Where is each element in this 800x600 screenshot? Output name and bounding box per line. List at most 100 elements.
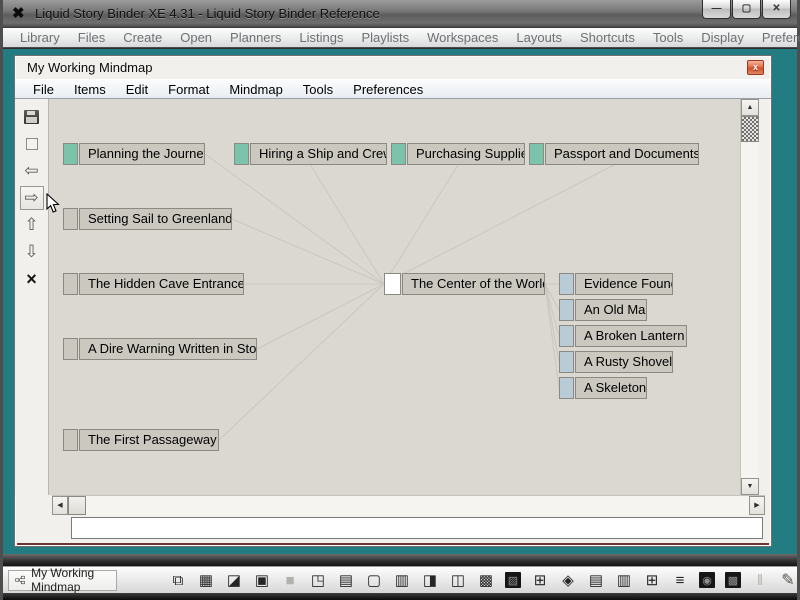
node-marker[interactable] [63,429,78,451]
note-input[interactable] [71,517,763,539]
node-marker[interactable] [234,143,249,165]
vertical-scroll-thumb[interactable] [741,116,759,142]
node-marker[interactable] [63,208,78,230]
mindmap-title-bar[interactable]: My Working Mindmap x [15,56,771,79]
checklist-icon[interactable]: ▤ [587,571,605,589]
mindmap-node-a-rusty-shovel[interactable]: A Rusty Shovel [559,351,673,373]
mindmap-node-the-center-of-the-world[interactable]: The Center of the World [384,273,545,295]
node-marker[interactable] [559,377,574,399]
node-marker[interactable] [559,325,574,347]
delete-icon[interactable]: × [20,267,44,291]
menu-item-files[interactable]: Files [69,28,114,47]
menu-item-planners[interactable]: Planners [221,28,290,47]
node-marker[interactable] [559,351,574,373]
up-arrow-icon[interactable]: ⇧ [20,213,44,237]
mindmap-node-the-first-passageway[interactable]: The First Passageway [63,429,219,451]
new-node-icon[interactable] [20,132,44,156]
node-marker[interactable] [63,143,78,165]
columns-icon[interactable]: ▥ [615,571,633,589]
menu-item-layouts[interactable]: Layouts [507,28,571,47]
close-button[interactable]: ✕ [762,0,791,19]
mindmap-menu-item-items[interactable]: Items [64,82,116,97]
calendar-icon[interactable]: ⊞ [531,571,549,589]
menu-item-display[interactable]: Display [692,28,753,47]
selection-icon[interactable]: ◳ [309,571,327,589]
mindmap-canvas[interactable]: Planning the Journey Hiring a Ship and Cr… [49,99,740,495]
maximize-button[interactable]: ▢ [732,0,761,19]
horizontal-scroll-thumb[interactable] [68,496,86,515]
vertical-scroll-track[interactable] [741,142,758,478]
mindmap-window[interactable]: My Working Mindmap x FileItemsEditFormat… [14,55,772,547]
scroll-up-button[interactable]: ▲ [741,99,759,116]
mindmap-node-passport-and-documents[interactable]: Passport and Documents [529,143,699,165]
node-marker[interactable] [63,273,78,295]
menu-item-open[interactable]: Open [171,28,221,47]
outline-panel-icon[interactable]: ◨ [421,571,439,589]
mindmap-menu-item-format[interactable]: Format [158,82,219,97]
split-view-icon[interactable]: ◫ [449,571,467,589]
stacked-bars-icon[interactable]: ≡ [671,571,689,589]
mindmap-node-hiring-a-ship-and-crew[interactable]: Hiring a Ship and Crew [234,143,387,165]
mindmap-node-an-old-map[interactable]: An Old Map [559,299,647,321]
scroll-down-button[interactable]: ▼ [741,478,759,495]
scroll-right-button[interactable]: ▶ [749,496,765,515]
mindmap-node-purchasing-supplies[interactable]: Purchasing Supplies [391,143,525,165]
mindmap-node-the-hidden-cave-entrance[interactable]: The Hidden Cave Entrance [63,273,244,295]
menu-item-playlists[interactable]: Playlists [352,28,418,47]
mindmap-node-a-broken-lantern[interactable]: A Broken Lantern [559,325,687,347]
mindmap-menu-item-mindmap[interactable]: Mindmap [219,82,292,97]
mindmap-menu-item-tools[interactable]: Tools [293,82,343,97]
horizontal-scroll-track[interactable] [86,496,749,515]
journal-notes-icon[interactable]: ▤ [337,571,355,589]
mindmap-menu-item-edit[interactable]: Edit [116,82,158,97]
menu-item-listings[interactable]: Listings [290,28,352,47]
menu-item-tools[interactable]: Tools [644,28,692,47]
mindmap-menu-item-file[interactable]: File [23,82,64,97]
vertical-scrollbar[interactable]: ▲ ▼ [740,99,758,495]
workspace-area: My Working Mindmap x FileItemsEditFormat… [3,49,797,554]
minimize-button[interactable]: — [702,0,731,19]
image-icon[interactable]: ▨ [505,572,521,588]
tile-windows-icon[interactable]: ⊞ [643,571,661,589]
mindmap-node-setting-sail-to-greenland[interactable]: Setting Sail to Greenland [63,208,232,230]
listing-panel-icon[interactable]: ▥ [393,571,411,589]
menu-item-preferences[interactable]: Preferences [753,28,800,47]
pause-icon[interactable]: ‖ [751,571,769,589]
mindmap-node-planning-the-journey[interactable]: Planning the Journey [63,143,205,165]
mindmap-close-button[interactable]: x [747,60,764,75]
builder-box-icon[interactable]: ◪ [225,571,243,589]
mindmap-menu-item-preferences[interactable]: Preferences [343,82,433,97]
binder-layers-icon[interactable]: ⧉ [169,571,187,589]
node-marker[interactable] [63,338,78,360]
thumbnail-grid-icon[interactable]: ▩ [477,571,495,589]
down-arrow-icon[interactable]: ⇩ [20,240,44,264]
window-bottom-border [17,543,769,545]
table-grid-icon[interactable]: ▦ [197,571,215,589]
horizontal-scrollbar[interactable]: ◀ ▶ [52,495,765,515]
forward-arrow-icon[interactable]: ⇨ [20,186,44,210]
statusbar-tab-my-working-mindmap[interactable]: My Working Mindmap [8,570,117,591]
menu-item-workspaces[interactable]: Workspaces [418,28,507,47]
back-arrow-icon[interactable]: ⇦ [20,159,44,183]
node-marker[interactable] [559,299,574,321]
title-bar[interactable]: ✖ Liquid Story Binder XE 4.31 - Liquid S… [3,0,797,28]
save-icon[interactable]: ▣ [253,571,271,589]
mindmap-node-icon[interactable]: ◈ [559,571,577,589]
menu-item-shortcuts[interactable]: Shortcuts [571,28,644,47]
menu-item-create[interactable]: Create [114,28,171,47]
menu-item-library[interactable]: Library [11,28,69,47]
node-marker[interactable] [384,273,401,295]
scroll-left-button[interactable]: ◀ [52,496,68,515]
blank-page-icon[interactable]: ▢ [365,571,383,589]
node-marker[interactable] [559,273,574,295]
node-marker[interactable] [391,143,406,165]
mosaic-icon[interactable]: ▩ [725,572,741,588]
save-icon[interactable] [20,105,44,129]
node-marker[interactable] [529,143,544,165]
mindmap-node-a-dire-warning-written-in-stone[interactable]: A Dire Warning Written in Stone [63,338,257,360]
mindmap-node-a-skeleton[interactable]: A Skeleton [559,377,647,399]
gallery-icon[interactable]: ◉ [699,572,715,588]
mindmap-node-evidence-found[interactable]: Evidence Found [559,273,673,295]
color-square-icon[interactable]: ■ [281,571,299,589]
quill-icon[interactable]: ✎ [779,571,797,589]
